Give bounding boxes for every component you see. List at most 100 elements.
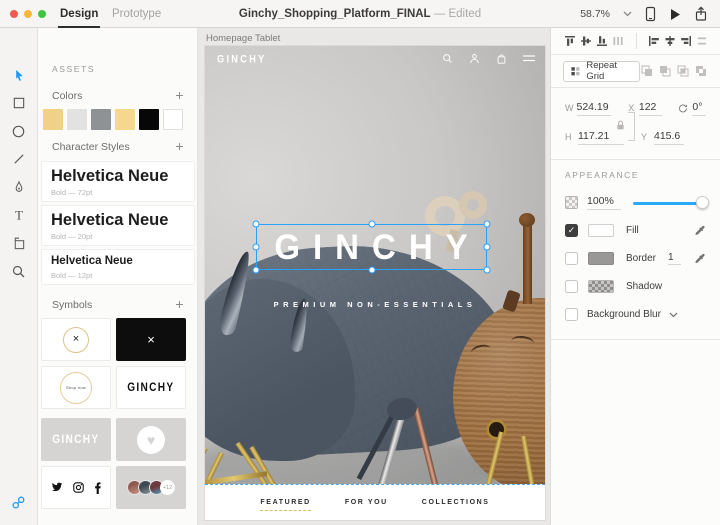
tab-prototype[interactable]: Prototype: [112, 0, 161, 28]
rotate-icon[interactable]: [678, 102, 688, 115]
add-symbol-button[interactable]: +: [174, 299, 185, 310]
boolean-subtract-icon[interactable]: [658, 64, 672, 78]
site-header: GINCHY: [205, 46, 545, 76]
symbol-heart[interactable]: ♥: [116, 418, 186, 461]
artboard-name[interactable]: Homepage Tablet: [206, 33, 280, 44]
instagram-icon: [73, 482, 84, 493]
text-tool-icon[interactable]: T: [11, 207, 27, 223]
opacity-icon: [565, 196, 578, 209]
heart-icon: ♥: [147, 433, 155, 447]
align-right-icon[interactable]: [680, 35, 692, 47]
selection-handle[interactable]: [253, 221, 260, 228]
border-color-swatch[interactable]: [588, 252, 614, 265]
align-vertical-center-icon[interactable]: [580, 35, 592, 47]
opacity-field[interactable]: 100%: [587, 195, 621, 210]
background-blur-checkbox[interactable]: [565, 308, 578, 321]
chevron-down-icon[interactable]: [623, 11, 632, 17]
selection-handle[interactable]: [369, 267, 376, 274]
height-field[interactable]: 117.21: [578, 130, 624, 145]
selection-handle[interactable]: [253, 267, 260, 274]
selection-handle[interactable]: [253, 244, 260, 251]
chevron-down-icon[interactable]: [669, 312, 678, 318]
selection-box[interactable]: GINCHY: [256, 224, 487, 270]
artboard-tool-icon[interactable]: [11, 235, 27, 251]
border-checkbox[interactable]: [565, 252, 578, 265]
close-window-button[interactable]: [10, 10, 18, 18]
lock-aspect-icon[interactable]: [615, 119, 626, 131]
nav-link-for-you[interactable]: FOR YOU: [345, 499, 388, 511]
select-tool-icon[interactable]: [11, 67, 27, 83]
color-swatch[interactable]: [91, 109, 111, 130]
x-field[interactable]: 122: [639, 101, 662, 116]
selection-handle[interactable]: [484, 221, 491, 228]
fill-checkbox[interactable]: ✓: [565, 224, 578, 237]
y-field[interactable]: 415.6: [654, 130, 684, 145]
slider-knob[interactable]: [696, 196, 709, 209]
device-preview-icon[interactable]: [645, 6, 656, 22]
align-top-icon[interactable]: [564, 35, 576, 47]
selection-handle[interactable]: [484, 267, 491, 274]
eyedropper-icon[interactable]: [693, 224, 706, 237]
align-bottom-icon[interactable]: [596, 35, 608, 47]
nav-link-featured[interactable]: FEATURED: [260, 499, 310, 511]
symbol-close-light[interactable]: ×: [41, 318, 111, 361]
boolean-intersect-icon[interactable]: [676, 64, 690, 78]
share-icon[interactable]: [694, 6, 708, 22]
canvas[interactable]: Homepage Tablet: [198, 28, 550, 525]
rotation-field[interactable]: 0°: [692, 101, 706, 116]
symbol-button[interactable]: Shop now: [41, 366, 111, 409]
zoom-level[interactable]: 58.7%: [580, 8, 610, 20]
ellipse-tool-icon[interactable]: [11, 123, 27, 139]
button-label: Shop now: [66, 385, 86, 390]
align-left-icon[interactable]: [648, 35, 660, 47]
symbol-logo-dark[interactable]: GINCHY: [116, 366, 186, 409]
nav-link-collections[interactable]: COLLECTIONS: [422, 499, 490, 511]
shadow-checkbox[interactable]: [565, 280, 578, 293]
shadow-label: Shadow: [626, 281, 706, 292]
minimize-window-button[interactable]: [24, 10, 32, 18]
hero-subtitle: PREMIUM NON-ESSENTIALS: [205, 300, 545, 309]
selection-handle[interactable]: [369, 221, 376, 228]
zoom-window-button[interactable]: [38, 10, 46, 18]
boolean-exclude-icon[interactable]: [694, 64, 708, 78]
repeat-grid-button[interactable]: Repeat Grid: [563, 61, 640, 82]
color-swatch[interactable]: [163, 109, 183, 130]
fill-color-swatch[interactable]: [588, 224, 614, 237]
symbol-logo-light[interactable]: GINCHY: [41, 418, 111, 461]
assets-panel: ASSETS Colors + Character Styles + Helve…: [38, 28, 198, 525]
boolean-add-icon[interactable]: [640, 64, 654, 78]
pen-tool-icon[interactable]: [11, 179, 27, 195]
shadow-swatch[interactable]: [588, 280, 614, 293]
align-horizontal-center-icon[interactable]: [664, 35, 676, 47]
color-swatch[interactable]: [67, 109, 87, 130]
width-field[interactable]: 524.19: [577, 101, 612, 116]
facebook-icon: [94, 482, 101, 494]
color-swatch[interactable]: [139, 109, 159, 130]
eyedropper-icon[interactable]: [693, 252, 706, 265]
assets-panel-icon[interactable]: [11, 494, 27, 510]
opacity-slider[interactable]: [633, 196, 706, 210]
add-color-button[interactable]: +: [174, 90, 185, 101]
symbol-avatars[interactable]: +12: [116, 466, 186, 509]
color-swatch[interactable]: [115, 109, 135, 130]
border-width-field[interactable]: 1: [668, 252, 681, 265]
symbol-social-icons[interactable]: [41, 466, 111, 509]
tab-design[interactable]: Design: [60, 0, 98, 28]
zoom-tool-icon[interactable]: [11, 263, 27, 279]
rectangle-tool-icon[interactable]: [11, 95, 27, 111]
distribute-horizontal-icon[interactable]: [612, 35, 624, 47]
play-preview-icon[interactable]: [669, 8, 681, 21]
color-swatch[interactable]: [43, 109, 63, 130]
artboard[interactable]: GINCHY PREMIUM NON-ESSENTIALS GINCHY: [205, 46, 545, 520]
selection-handle[interactable]: [484, 244, 491, 251]
distribute-vertical-icon[interactable]: [696, 35, 708, 47]
line-tool-icon[interactable]: [11, 151, 27, 167]
character-styles-label: Character Styles: [52, 141, 130, 153]
character-style-item[interactable]: Helvetica Neue Bold — 72pt: [41, 161, 195, 202]
character-style-item[interactable]: Helvetica Neue Bold — 20pt: [41, 205, 195, 246]
hero-title[interactable]: GINCHY: [257, 223, 486, 271]
character-style-item[interactable]: Helvetica Neue Bold — 12pt: [41, 249, 195, 285]
symbol-close-dark[interactable]: ×: [116, 318, 186, 361]
menu-icon: [523, 54, 535, 63]
add-character-style-button[interactable]: +: [174, 141, 185, 152]
